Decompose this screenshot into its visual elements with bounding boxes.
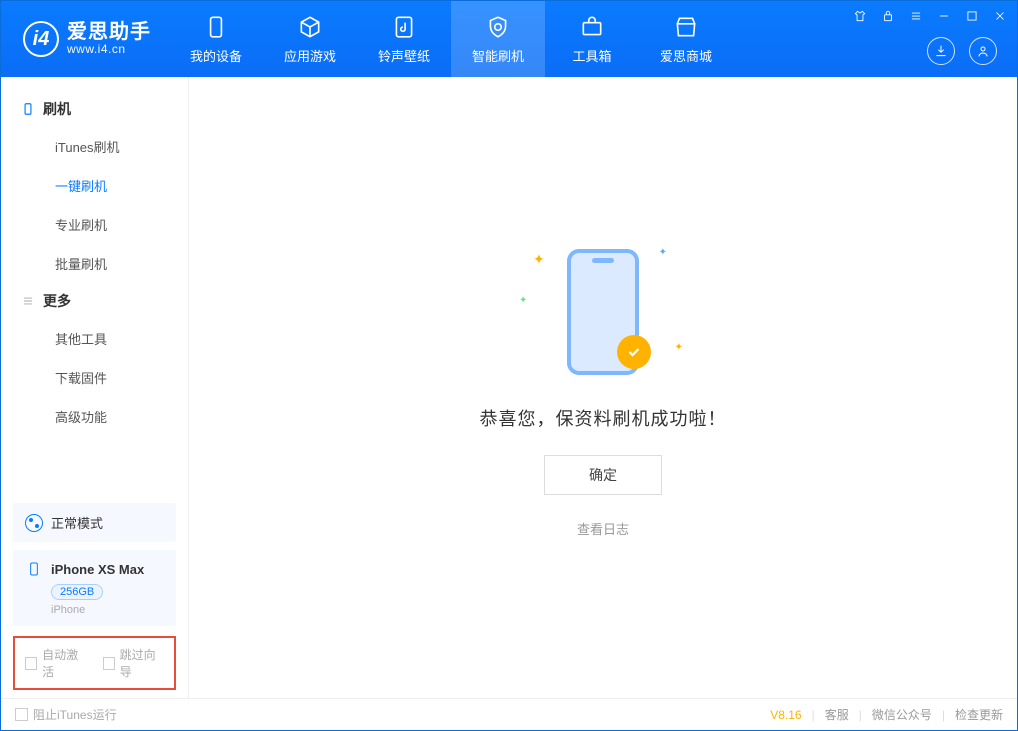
sidebar-item-other-tools[interactable]: 其他工具: [1, 319, 188, 358]
refresh-shield-icon: [484, 13, 512, 41]
group-title: 更多: [43, 291, 71, 311]
sidebar-item-oneclick-flash[interactable]: 一键刷机: [1, 166, 188, 205]
shirt-icon[interactable]: [851, 7, 869, 25]
auto-activate-checkbox[interactable]: 自动激活: [25, 646, 87, 680]
phone-icon: [202, 13, 230, 41]
sidebar-group-flash: 刷机: [1, 91, 188, 127]
checkbox-label: 跳过向导: [120, 646, 164, 680]
menu-icon[interactable]: [907, 7, 925, 25]
store-icon: [672, 13, 700, 41]
toolbox-icon: [578, 13, 606, 41]
close-icon[interactable]: [991, 7, 1009, 25]
options-row: 自动激活 跳过向导: [13, 636, 176, 690]
tab-flash[interactable]: 智能刷机: [451, 1, 545, 77]
sparkle-icon: ✦: [659, 247, 667, 258]
footer: 阻止iTunes运行 V8.16 | 客服 | 微信公众号 | 检查更新: [1, 698, 1017, 730]
logo[interactable]: i4 爱思助手 www.i4.cn: [1, 1, 169, 77]
sidebar-bottom: 正常模式 iPhone XS Max 256GB iPhone 自动激活: [1, 503, 188, 698]
sidebar-item-pro-flash[interactable]: 专业刷机: [1, 205, 188, 244]
success-illustration: ✦ ✦ ✦ ✦: [513, 237, 693, 387]
sidebar-item-download-fw[interactable]: 下载固件: [1, 358, 188, 397]
tab-label: 智能刷机: [472, 46, 524, 65]
block-itunes-checkbox[interactable]: 阻止iTunes运行: [15, 706, 117, 723]
sidebar-item-itunes-flash[interactable]: iTunes刷机: [1, 127, 188, 166]
sidebar-group-more: 更多: [1, 283, 188, 319]
download-button[interactable]: [927, 37, 955, 65]
skip-guide-checkbox[interactable]: 跳过向导: [103, 646, 165, 680]
footer-right: V8.16 | 客服 | 微信公众号 | 检查更新: [770, 706, 1003, 723]
tab-store[interactable]: 爱思商城: [639, 1, 733, 77]
tab-label: 我的设备: [190, 46, 242, 65]
check-badge-icon: [617, 335, 651, 369]
mode-icon: [25, 514, 43, 532]
sparkle-icon: ✦: [519, 295, 527, 306]
version-label: V8.16: [770, 708, 801, 722]
minimize-icon[interactable]: [935, 7, 953, 25]
window-controls: [851, 7, 1009, 25]
footer-link-wechat[interactable]: 微信公众号: [872, 706, 932, 723]
ok-button[interactable]: 确定: [544, 455, 662, 495]
device-type: iPhone: [51, 604, 164, 616]
checkbox-label: 自动激活: [42, 646, 86, 680]
device-name: iPhone XS Max: [51, 562, 144, 577]
tab-label: 爱思商城: [660, 46, 712, 65]
sidebar-item-batch-flash[interactable]: 批量刷机: [1, 244, 188, 283]
mode-label: 正常模式: [51, 513, 103, 532]
logo-text: 爱思助手 www.i4.cn: [67, 21, 151, 56]
logo-icon: i4: [23, 21, 59, 57]
app-name: 爱思助手: [67, 21, 151, 43]
footer-link-update[interactable]: 检查更新: [955, 706, 1003, 723]
tab-device[interactable]: 我的设备: [169, 1, 263, 77]
sidebar-item-advanced[interactable]: 高级功能: [1, 397, 188, 436]
list-icon: [21, 294, 35, 308]
footer-link-support[interactable]: 客服: [825, 706, 849, 723]
tab-tools[interactable]: 工具箱: [545, 1, 639, 77]
music-file-icon: [390, 13, 418, 41]
tab-apps[interactable]: 应用游戏: [263, 1, 357, 77]
tab-label: 工具箱: [572, 46, 611, 65]
lock-icon[interactable]: [879, 7, 897, 25]
user-button[interactable]: [969, 37, 997, 65]
device-card[interactable]: iPhone XS Max 256GB iPhone: [13, 550, 176, 626]
tab-label: 铃声壁纸: [378, 46, 430, 65]
success-message: 恭喜您，保资料刷机成功啦！: [480, 405, 727, 431]
phone-small-icon: [21, 102, 35, 116]
sparkle-icon: ✦: [675, 342, 683, 353]
checkbox-icon: [15, 708, 28, 721]
group-title: 刷机: [43, 99, 71, 119]
mode-card[interactable]: 正常模式: [13, 503, 176, 542]
device-capacity: 256GB: [51, 584, 103, 600]
main-content: ✦ ✦ ✦ ✦ 恭喜您，保资料刷机成功啦！ 确定 查看日志: [189, 77, 1017, 698]
sidebar: 刷机 iTunes刷机 一键刷机 专业刷机 批量刷机 更多 其他工具 下载固件 …: [1, 77, 189, 698]
tab-ring[interactable]: 铃声壁纸: [357, 1, 451, 77]
maximize-icon[interactable]: [963, 7, 981, 25]
header: i4 爱思助手 www.i4.cn 我的设备 应用游戏 铃声壁纸 智能刷机: [1, 1, 1017, 77]
cube-icon: [296, 13, 324, 41]
body: 刷机 iTunes刷机 一键刷机 专业刷机 批量刷机 更多 其他工具 下载固件 …: [1, 77, 1017, 698]
checkbox-label: 阻止iTunes运行: [33, 706, 117, 723]
header-right-buttons: [927, 37, 997, 65]
tab-label: 应用游戏: [284, 46, 336, 65]
view-log-link[interactable]: 查看日志: [577, 519, 629, 538]
checkbox-icon: [103, 657, 115, 670]
app-domain: www.i4.cn: [67, 43, 151, 56]
checkbox-icon: [25, 657, 37, 670]
device-phone-icon: [25, 560, 43, 578]
sparkle-icon: ✦: [533, 251, 545, 268]
app-window: i4 爱思助手 www.i4.cn 我的设备 应用游戏 铃声壁纸 智能刷机: [0, 0, 1018, 731]
